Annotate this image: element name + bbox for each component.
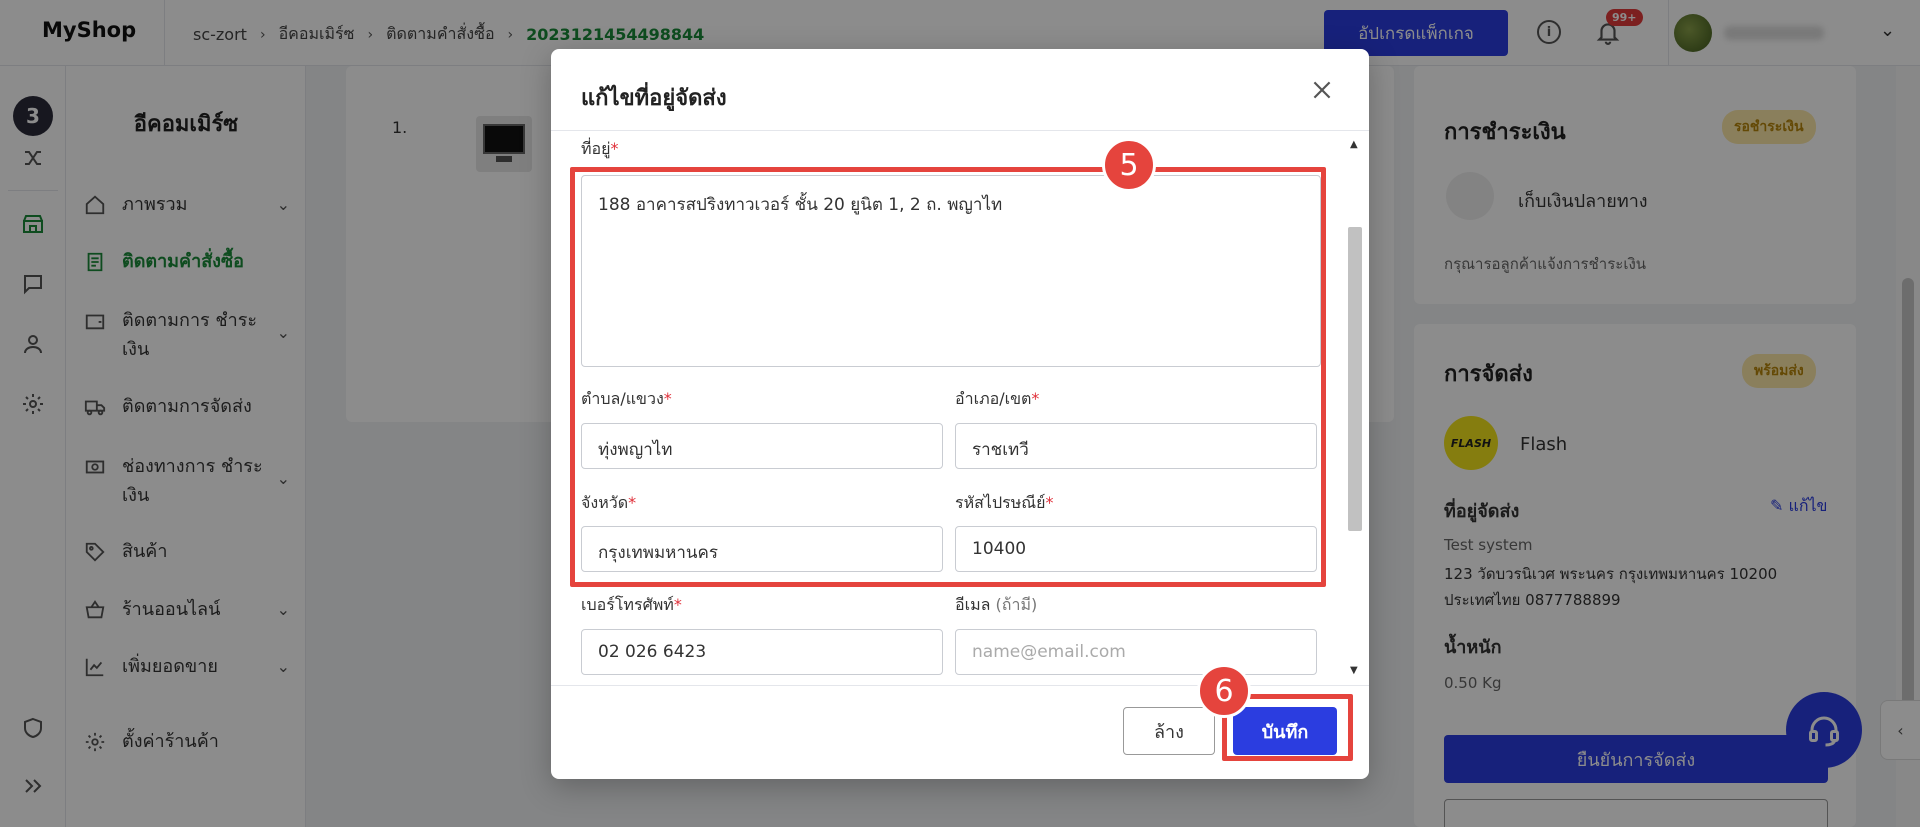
email-field[interactable]: name@email.com	[955, 629, 1317, 675]
address-label: ที่อยู่*	[581, 139, 619, 158]
phone-field[interactable]: 02 026 6423	[581, 629, 943, 675]
dialog-title: แก้ไขที่อยู่จัดส่ง	[581, 86, 727, 111]
close-icon[interactable]	[1309, 77, 1335, 103]
clear-button[interactable]: ล้าง	[1123, 707, 1215, 755]
highlight-box-address-fields	[570, 167, 1326, 587]
step-marker: 5	[1102, 138, 1156, 192]
step-marker: 6	[1197, 664, 1251, 718]
dialog-scrollbar[interactable]: ▲ ▼	[1345, 139, 1365, 679]
scroll-down-icon[interactable]: ▼	[1350, 665, 1358, 676]
email-label: อีเมล (ถ้ามี)	[955, 595, 1038, 614]
scroll-up-icon[interactable]: ▲	[1350, 139, 1358, 150]
dialog-header: แก้ไขที่อยู่จัดส่ง	[551, 49, 1369, 131]
phone-label: เบอร์โทรศัพท์*	[581, 595, 682, 614]
